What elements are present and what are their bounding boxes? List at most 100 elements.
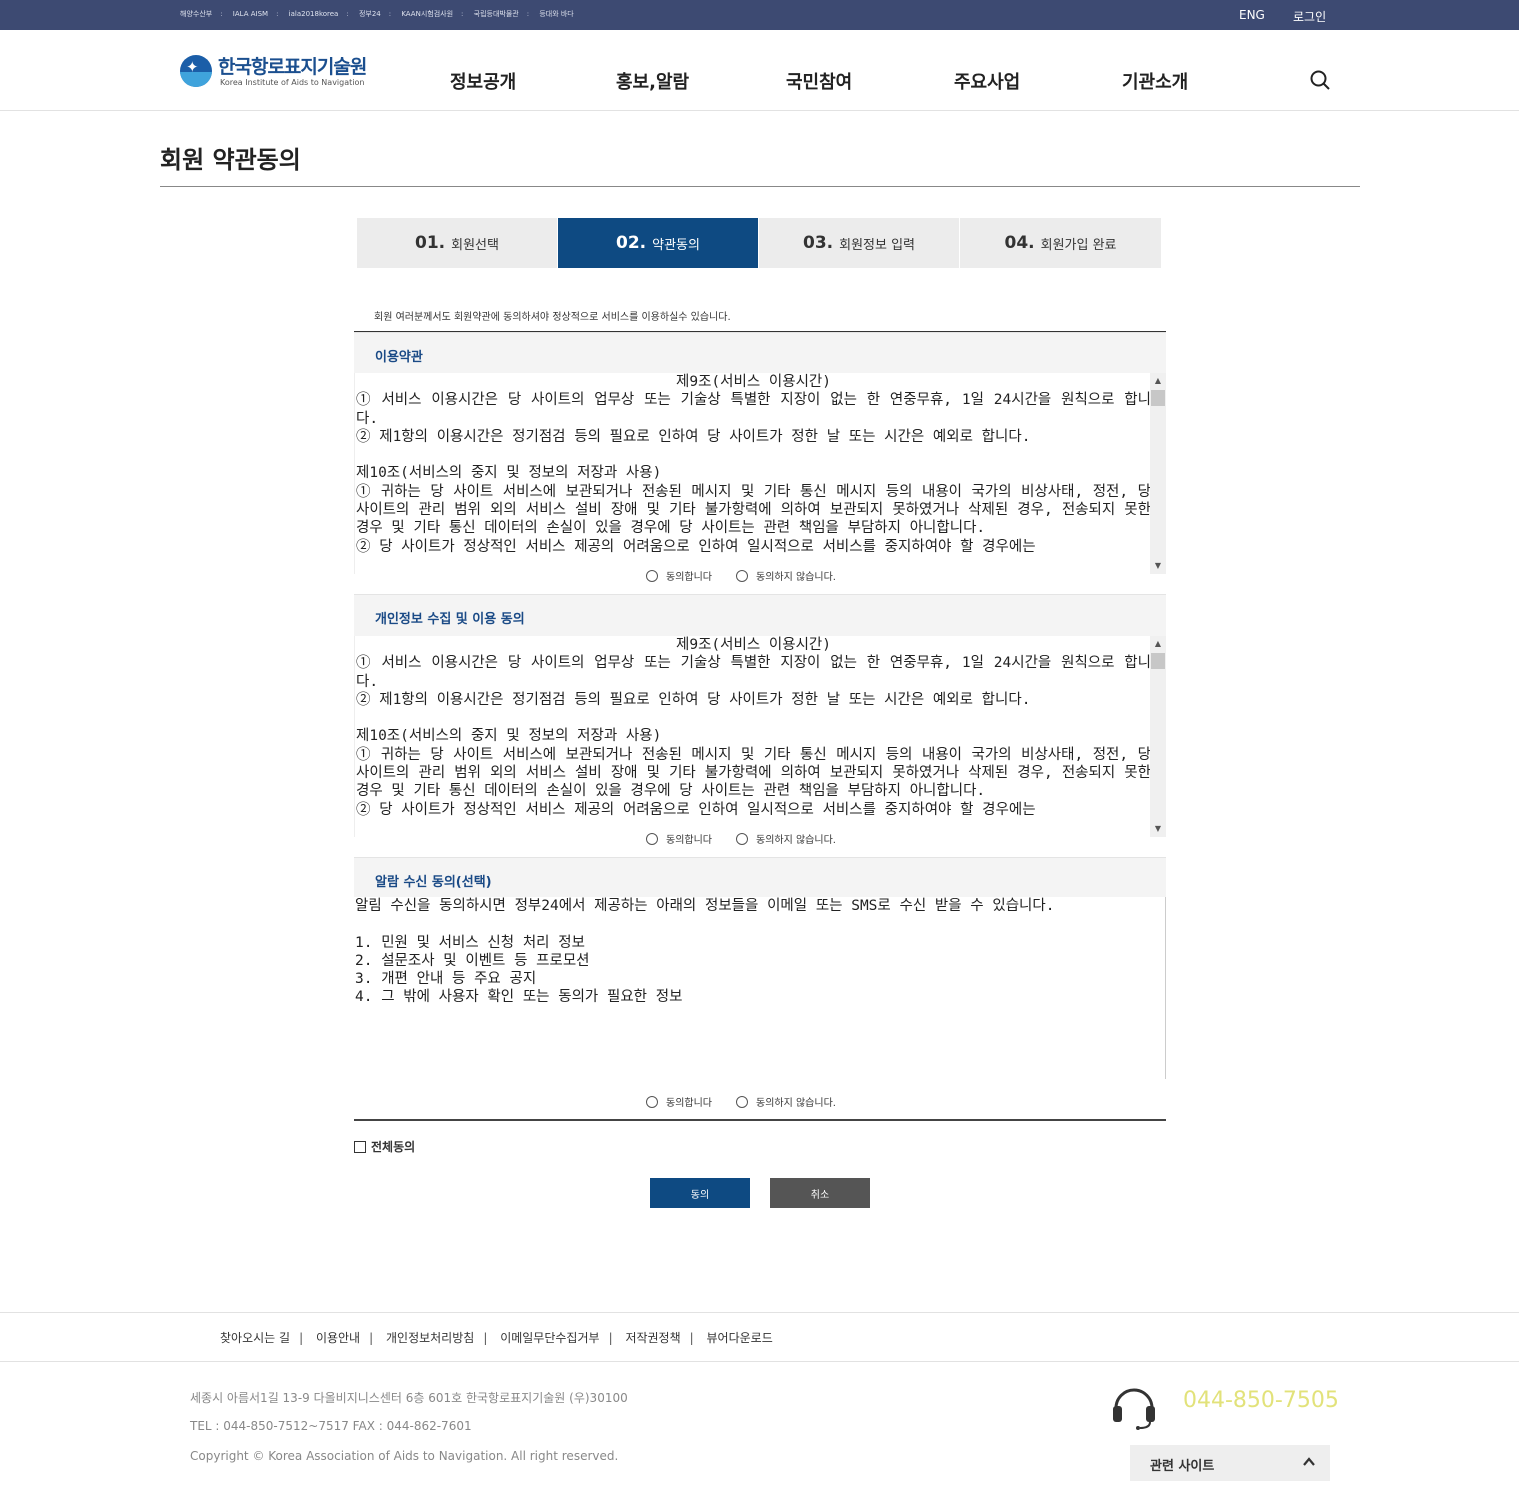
search-icon[interactable] <box>1310 70 1330 90</box>
headset-icon <box>1113 1388 1155 1430</box>
family-link[interactable]: 국립등대박물관 <box>474 10 519 18</box>
alarm-heading: 알람 수신 동의(선택) <box>375 875 492 890</box>
intro-text: 회원 여러분께서도 회원약관에 동의하셔야 정상적으로 서비스를 이용하실수 있… <box>374 312 731 323</box>
separator: : <box>220 10 223 18</box>
terms-section-header: 이용약관 <box>354 332 1166 374</box>
scroll-thumb[interactable] <box>1151 390 1165 406</box>
footer-phone-number: 044-850-7505 <box>1183 1388 1339 1413</box>
footer-link-privacy[interactable]: 개인정보처리방침 <box>386 1331 474 1345</box>
privacy-article-title: 제9조(서비스 이용시간) <box>676 637 831 653</box>
terms-content: 제9조(서비스 이용시간) ① 서비스 이용시간은 당 사이트의 업무상 또는 기… <box>356 373 1151 556</box>
terms-textarea[interactable]: 제9조(서비스 이용시간) ① 서비스 이용시간은 당 사이트의 업무상 또는 기… <box>354 373 1166 574</box>
separator: : <box>461 10 464 18</box>
logo-mark-icon: ✦ <box>180 55 212 87</box>
alarm-radio-group: 동의합니다 동의하지 않습니다. <box>646 1094 836 1109</box>
privacy-content: 제9조(서비스 이용시간) ① 서비스 이용시간은 당 사이트의 업무상 또는 기… <box>356 636 1151 819</box>
footer-copyright: Copyright © Korea Association of Aids to… <box>190 1449 619 1463</box>
footer-link-guide[interactable]: 이용안내 <box>316 1331 360 1345</box>
terms-heading: 이용약관 <box>375 350 423 365</box>
alarm-disagree-radio[interactable] <box>736 1095 748 1108</box>
all-agree-checkbox[interactable]: 전체동의 <box>354 1138 415 1155</box>
login-link[interactable]: 로그인 <box>1293 8 1326 25</box>
logo-korean-name: 한국항로표지기술원 <box>218 56 367 78</box>
scroll-down-icon[interactable]: ▼ <box>1150 558 1166 574</box>
scroll-up-icon[interactable]: ▲ <box>1150 636 1166 652</box>
terms-agree-radio[interactable] <box>646 569 658 582</box>
privacy-body: ① 서비스 이용시간은 당 사이트의 업무상 또는 기술상 특별한 지장이 없는… <box>356 655 1151 818</box>
nav-item-about[interactable]: 기관소개 <box>1122 68 1188 94</box>
footer-link-copyright[interactable]: 저작권정책 <box>625 1331 680 1345</box>
nav-item-info[interactable]: 정보공개 <box>450 68 516 94</box>
scroll-thumb[interactable] <box>1151 653 1165 669</box>
checkbox-box[interactable] <box>354 1140 366 1153</box>
alarm-section-header: 알람 수신 동의(선택) <box>354 857 1166 899</box>
terms-body: ① 서비스 이용시간은 당 사이트의 업무상 또는 기술상 특별한 지장이 없는… <box>356 392 1151 555</box>
english-link[interactable]: ENG <box>1239 8 1265 22</box>
scroll-down-icon[interactable]: ▼ <box>1150 821 1166 837</box>
privacy-heading: 개인정보 수집 및 이용 동의 <box>375 612 525 627</box>
related-sites-label: 관련 사이트 <box>1150 1459 1215 1474</box>
step-label: 회원선택 <box>451 237 499 253</box>
all-agree-label: 전체동의 <box>371 1140 416 1154</box>
family-links: 해양수산부: IALA AISM: iala2018korea: 정부24: K… <box>180 9 574 19</box>
separator: : <box>388 10 392 18</box>
terms-article-title: 제9조(서비스 이용시간) <box>676 374 831 390</box>
separator: : <box>526 10 530 18</box>
family-link[interactable]: iala2018korea <box>289 10 339 18</box>
agree-button[interactable]: 동의 <box>650 1178 750 1208</box>
privacy-scrollbar[interactable]: ▲ ▼ <box>1150 636 1166 837</box>
family-link[interactable]: 정부24 <box>359 10 381 18</box>
top-utility-bar: 해양수산부: IALA AISM: iala2018korea: 정부24: K… <box>0 0 1519 30</box>
scroll-up-icon[interactable]: ▲ <box>1150 373 1166 389</box>
terms-disagree-radio[interactable] <box>736 569 748 582</box>
footer-link-viewer[interactable]: 뷰어다운로드 <box>707 1331 773 1345</box>
radio-label: 동의하지 않습니다. <box>756 835 836 846</box>
step-number: 02. <box>616 233 647 253</box>
separator: | <box>689 1331 694 1345</box>
privacy-textarea[interactable]: 제9조(서비스 이용시간) ① 서비스 이용시간은 당 사이트의 업무상 또는 기… <box>354 636 1166 837</box>
family-link[interactable]: KAAN시험검사원 <box>401 10 453 18</box>
separator: : <box>346 10 349 18</box>
step-label: 회원정보 입력 <box>839 237 916 253</box>
step-label: 약관동의 <box>652 237 700 253</box>
nav-item-pr[interactable]: 홍보,알람 <box>616 68 689 94</box>
separator: | <box>608 1331 613 1345</box>
footer-address: 세종시 아름서1길 13-9 다올비지니스센터 6층 601호 한국항로표지기술… <box>190 1391 628 1405</box>
footer-nav: 찾아오시는 길 | 이용안내 | 개인정보처리방침 | 이메일무단수집거부 | 저작권정… <box>0 1312 1519 1362</box>
footer-tel: TEL : 044-850-7512~7517 FAX : 044-862-76… <box>190 1419 472 1433</box>
separator: | <box>299 1331 304 1345</box>
privacy-agree-radio[interactable] <box>646 832 658 845</box>
site-logo[interactable]: ✦ 한국항로표지기술원 Korea Institute of Aids to N… <box>180 52 390 92</box>
footer-link-email-policy[interactable]: 이메일무단수집거부 <box>500 1331 599 1345</box>
terms-radio-group: 동의합니다 동의하지 않습니다. <box>646 568 836 583</box>
radio-label: 동의하지 않습니다. <box>756 1098 836 1109</box>
related-sites-select[interactable]: 관련 사이트 <box>1130 1445 1330 1481</box>
privacy-radio-group: 동의합니다 동의하지 않습니다. <box>646 831 836 846</box>
terms-scrollbar[interactable]: ▲ ▼ <box>1150 373 1166 574</box>
alarm-agree-radio[interactable] <box>646 1095 658 1108</box>
alarm-textarea[interactable]: 알림 수신을 동의하시면 정부24에서 제공하는 아래의 정보들을 이메일 또는… <box>354 897 1166 1079</box>
footer-link-directions[interactable]: 찾아오시는 길 <box>220 1331 290 1345</box>
step-number: 01. <box>415 233 446 253</box>
nav-item-business[interactable]: 주요사업 <box>954 68 1020 94</box>
step-number: 04. <box>1004 233 1035 253</box>
divider <box>160 186 1360 187</box>
step-number: 03. <box>802 233 834 253</box>
page-title: 회원 약관동의 <box>160 146 301 174</box>
nav-item-participation[interactable]: 국민참여 <box>786 68 852 94</box>
family-link[interactable]: IALA AISM <box>233 10 268 18</box>
family-link[interactable]: 해양수산부 <box>180 10 212 18</box>
radio-label: 동의합니다 <box>666 1098 712 1109</box>
privacy-disagree-radio[interactable] <box>736 832 748 845</box>
step-complete: 04. 회원가입 완료 <box>960 218 1161 268</box>
step-label: 회원가입 완료 <box>1040 237 1117 253</box>
signup-steps: 01. 회원선택 02. 약관동의 03. 회원정보 입력 04. 회원가입 완료 <box>357 218 1161 268</box>
step-terms-agreement: 02. 약관동의 <box>558 218 759 268</box>
cancel-button[interactable]: 취소 <box>770 1178 870 1208</box>
separator: : <box>276 10 279 18</box>
step-select-member: 01. 회원선택 <box>357 218 558 268</box>
separator: | <box>483 1331 488 1345</box>
privacy-section-header: 개인정보 수집 및 이용 동의 <box>354 594 1166 636</box>
radio-label: 동의합니다 <box>666 572 712 583</box>
family-link[interactable]: 등대와 바다 <box>539 10 573 18</box>
